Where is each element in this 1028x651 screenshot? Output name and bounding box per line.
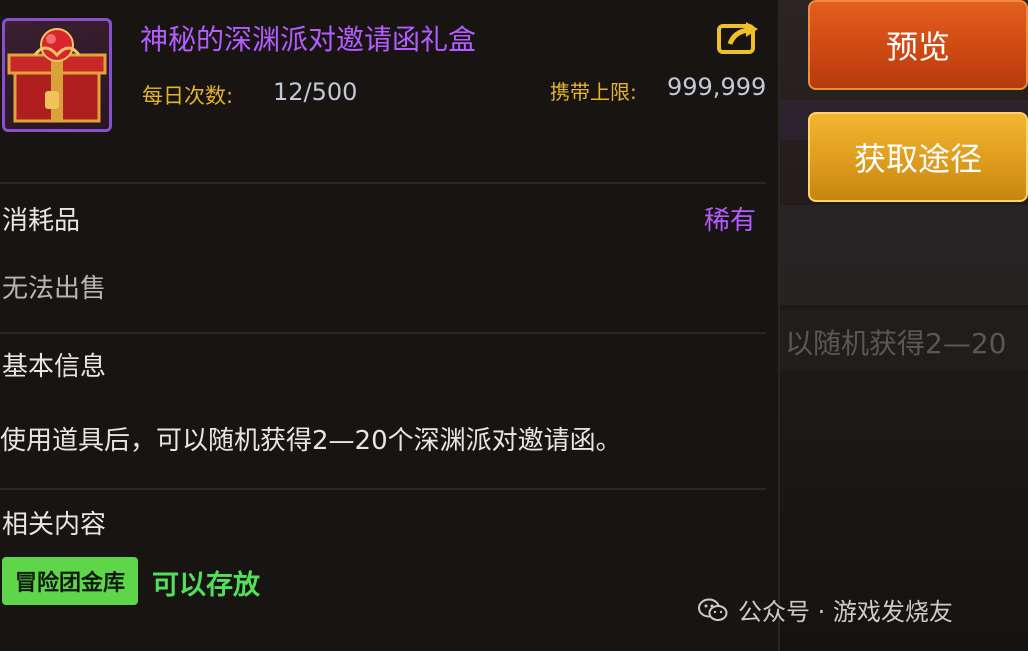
watermark: 公众号 · 游戏发烧友 <box>698 592 953 627</box>
background-band <box>778 205 1028 305</box>
item-tooltip-panel: 神秘的深渊派对邀请函礼盒 每日次数: 12/500 携带上限: 999,999 … <box>0 0 780 651</box>
related-content-title: 相关内容 <box>2 510 107 540</box>
item-type: 消耗品 <box>2 206 81 236</box>
divider <box>0 182 766 184</box>
daily-count-value: 12/500 <box>273 78 358 106</box>
wechat-icon <box>698 598 728 621</box>
item-name: 神秘的深渊派对邀请函礼盒 <box>140 23 477 56</box>
adventure-vault-tag[interactable]: 冒险团金库 <box>2 557 138 605</box>
divider <box>0 332 766 334</box>
gift-box-icon <box>2 18 112 132</box>
acquire-source-button[interactable]: 获取途径 <box>808 112 1028 202</box>
sell-status: 无法出售 <box>2 274 107 304</box>
preview-button[interactable]: 预览 <box>808 0 1028 90</box>
watermark-text: 公众号 · 游戏发烧友 <box>738 598 953 626</box>
background-text: 以随机获得2—20 <box>785 327 1007 360</box>
daily-count-label: 每日次数: <box>142 84 234 108</box>
basic-info-title: 基本信息 <box>2 352 107 382</box>
carry-limit-label: 携带上限: <box>550 80 637 104</box>
share-icon[interactable] <box>716 20 760 56</box>
item-rarity: 稀有 <box>704 206 757 236</box>
carry-limit-value: 999,999 <box>667 73 767 101</box>
storage-status: 可以存放 <box>152 570 260 601</box>
item-description: 使用道具后，可以随机获得2—20个深渊派对邀请函。 <box>0 426 622 456</box>
divider <box>0 488 766 490</box>
